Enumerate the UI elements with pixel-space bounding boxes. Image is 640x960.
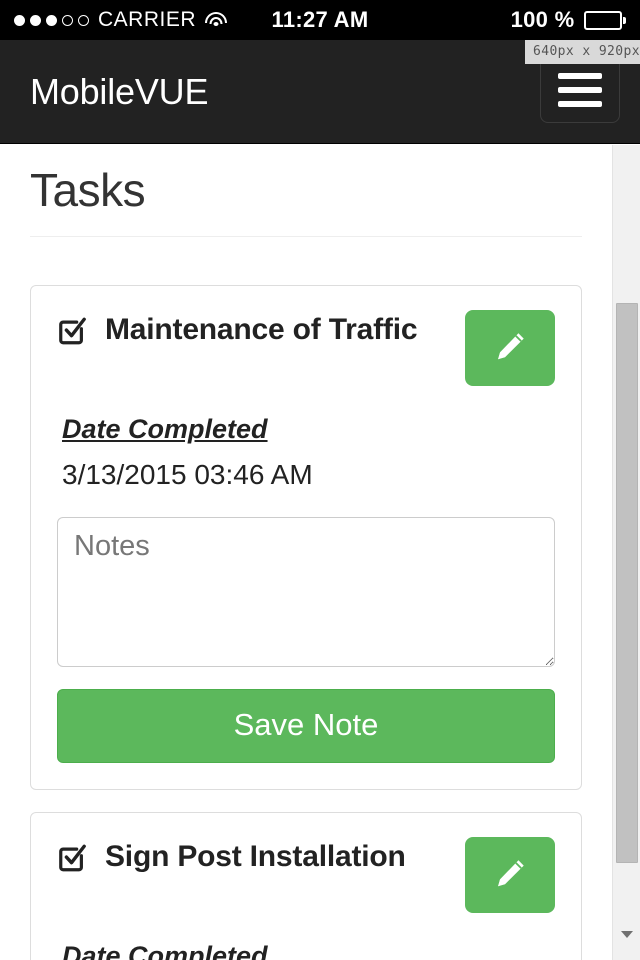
status-bar-right: 100 %: [511, 7, 626, 33]
notes-input[interactable]: [57, 517, 555, 667]
hamburger-menu-icon: [558, 73, 602, 79]
page-title: Tasks: [30, 164, 146, 216]
scrollbar-thumb[interactable]: [616, 303, 638, 863]
vertical-scrollbar[interactable]: [612, 145, 640, 960]
date-completed-value: 3/13/2015 03:46 AM: [62, 459, 313, 490]
check-square-icon: [57, 316, 87, 346]
check-square-icon: [57, 843, 87, 873]
edit-task-button[interactable]: [465, 310, 555, 386]
chevron-down-icon[interactable]: [621, 931, 633, 938]
viewport-dimension-tooltip: 640px x 920px: [525, 40, 640, 64]
status-bar-left: CARRIER: [14, 8, 228, 32]
task-card[interactable]: Sign Post Installation Date Completed 3/…: [30, 812, 582, 960]
signal-strength-icon: [14, 14, 89, 26]
battery-full-icon: [583, 10, 626, 30]
pencil-icon: [492, 329, 528, 368]
ios-status-bar: CARRIER 11:27 AM 100 %: [0, 0, 640, 40]
mobile-device-viewport: CARRIER 11:27 AM 100 % MobileVUE 640px x…: [0, 0, 640, 960]
date-completed-label: Date Completed: [62, 414, 268, 444]
battery-percent-label: 100 %: [510, 7, 575, 32]
edit-task-button[interactable]: [465, 837, 555, 913]
hamburger-menu-button[interactable]: [540, 57, 620, 123]
pencil-icon: [492, 856, 528, 895]
task-title: Sign Post Installation: [105, 840, 406, 873]
wifi-icon: [205, 12, 228, 28]
task-title: Maintenance of Traffic: [105, 313, 418, 346]
title-divider: [30, 236, 582, 237]
task-card-header: Maintenance of Traffic: [57, 310, 555, 386]
page-content: Tasks Maintenance of Traffic Date Comple…: [0, 145, 612, 960]
carrier-label: CARRIER: [98, 8, 197, 31]
date-completed-label: Date Completed: [62, 941, 268, 960]
task-card[interactable]: Maintenance of Traffic Date Completed 3/…: [30, 285, 582, 790]
save-note-button[interactable]: Save Note: [57, 689, 555, 763]
app-brand-title: MobileVUE: [30, 70, 209, 112]
task-card-header: Sign Post Installation: [57, 837, 555, 913]
